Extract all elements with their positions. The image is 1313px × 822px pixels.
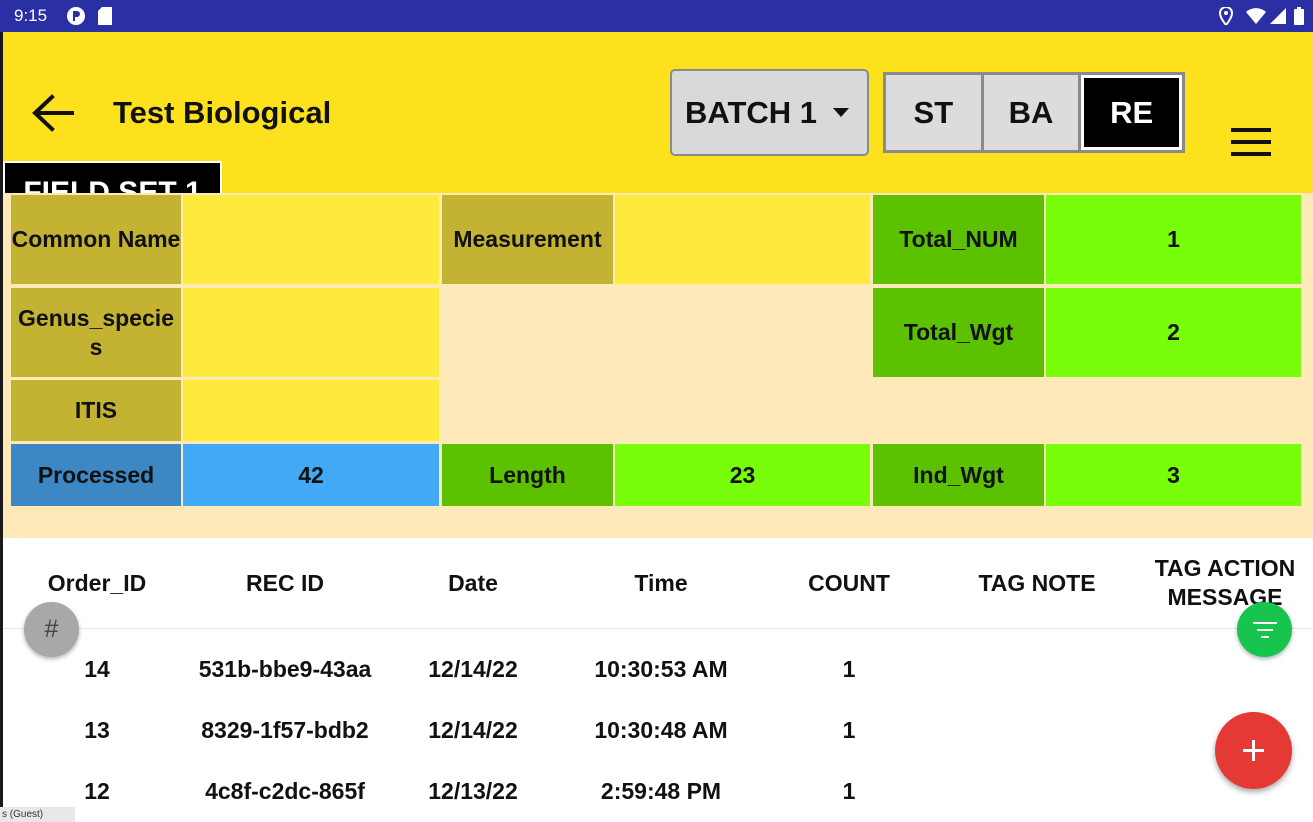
cell-time: 10:30:48 AM [594,716,728,743]
ind-wgt-label: Ind_Wgt [873,444,1044,506]
status-bar: 9:15 [0,0,1313,32]
hash-button[interactable]: # [24,602,79,657]
itis-label: ITIS [11,380,181,441]
records-table: Order_ID REC ID Date Time COUNT TAG NOTE… [3,538,1313,822]
cell-date: 12/13/22 [428,777,518,804]
batch-dropdown[interactable]: BATCH 1 [670,69,869,156]
mode-segmented-control: ST BA RE [883,72,1185,153]
window-edge [0,32,3,822]
filter-button[interactable] [1237,602,1292,657]
chevron-down-icon [833,108,849,117]
sd-card-icon [98,6,112,26]
cell-time: 2:59:48 PM [600,777,722,804]
cell-order-id: 14 [84,655,110,682]
column-header-count[interactable]: COUNT [755,538,943,628]
batch-dropdown-label: BATCH 1 [685,94,818,130]
add-record-button[interactable] [1215,712,1292,789]
segment-re[interactable]: RE [1081,75,1183,150]
plus-icon-bar [1243,749,1264,752]
menu-button[interactable] [1225,92,1277,156]
segment-st[interactable]: ST [886,75,981,150]
cell-signal-icon [1270,6,1286,26]
cell-count: 1 [842,777,856,804]
field-set-form: Common Name Measurement Total_NUM 1 Genu… [3,193,1313,538]
cell-order-id: 13 [84,716,110,743]
wifi-icon [1246,6,1266,26]
hamburger-menu-icon [1231,128,1271,132]
ind-wgt-field[interactable]: 3 [1046,444,1301,506]
segment-ba[interactable]: BA [983,75,1079,150]
measurement-label: Measurement [442,195,613,284]
cell-time: 10:30:53 AM [594,655,728,682]
cell-order-id: 12 [84,777,110,804]
common-name-field[interactable] [183,195,439,284]
total-wgt-field[interactable]: 2 [1046,288,1301,377]
status-time: 9:15 [14,6,48,25]
location-icon [1219,6,1233,26]
column-header-rec-id[interactable]: REC ID [191,538,379,628]
genus-species-field[interactable] [183,288,439,377]
cell-date: 12/14/22 [428,716,518,743]
cell-rec-id: 4c8f-c2dc-865f [205,777,365,804]
length-label: Length [442,444,613,506]
total-wgt-label: Total_Wgt [873,288,1044,377]
back-button[interactable] [28,90,76,136]
processed-field[interactable]: 42 [183,444,439,506]
cell-rec-id: 8329-1f57-bdb2 [201,716,369,743]
hamburger-line [1231,140,1271,144]
length-field[interactable]: 23 [615,444,870,506]
battery-icon [1294,6,1304,26]
filter-list-icon [1252,621,1277,638]
column-header-tag-note[interactable]: TAG NOTE [943,538,1131,628]
common-name-label: Common Name [11,195,181,284]
genus-species-label: Genus_species [11,288,181,377]
column-header-date[interactable]: Date [379,538,567,628]
cell-count: 1 [842,655,856,682]
page-title: Test Biological [113,95,332,130]
total-num-label: Total_NUM [873,195,1044,284]
processed-label: Processed [11,444,181,506]
column-header-time[interactable]: Time [567,538,755,628]
itis-field[interactable] [183,380,439,441]
guest-badge: s (Guest) [0,807,75,822]
header-divider [3,628,1313,629]
total-num-field[interactable]: 1 [1046,195,1301,284]
cell-date: 12/14/22 [428,655,518,682]
notification-app-icon [66,6,86,26]
arrow-left-icon [32,94,74,132]
app-bar: Test Biological BATCH 1 ST BA RE FIELD S… [0,32,1313,335]
cell-rec-id: 531b-bbe9-43aa [198,655,372,682]
cell-count: 1 [842,716,856,743]
measurement-field[interactable] [615,195,870,284]
hamburger-line [1231,152,1271,156]
